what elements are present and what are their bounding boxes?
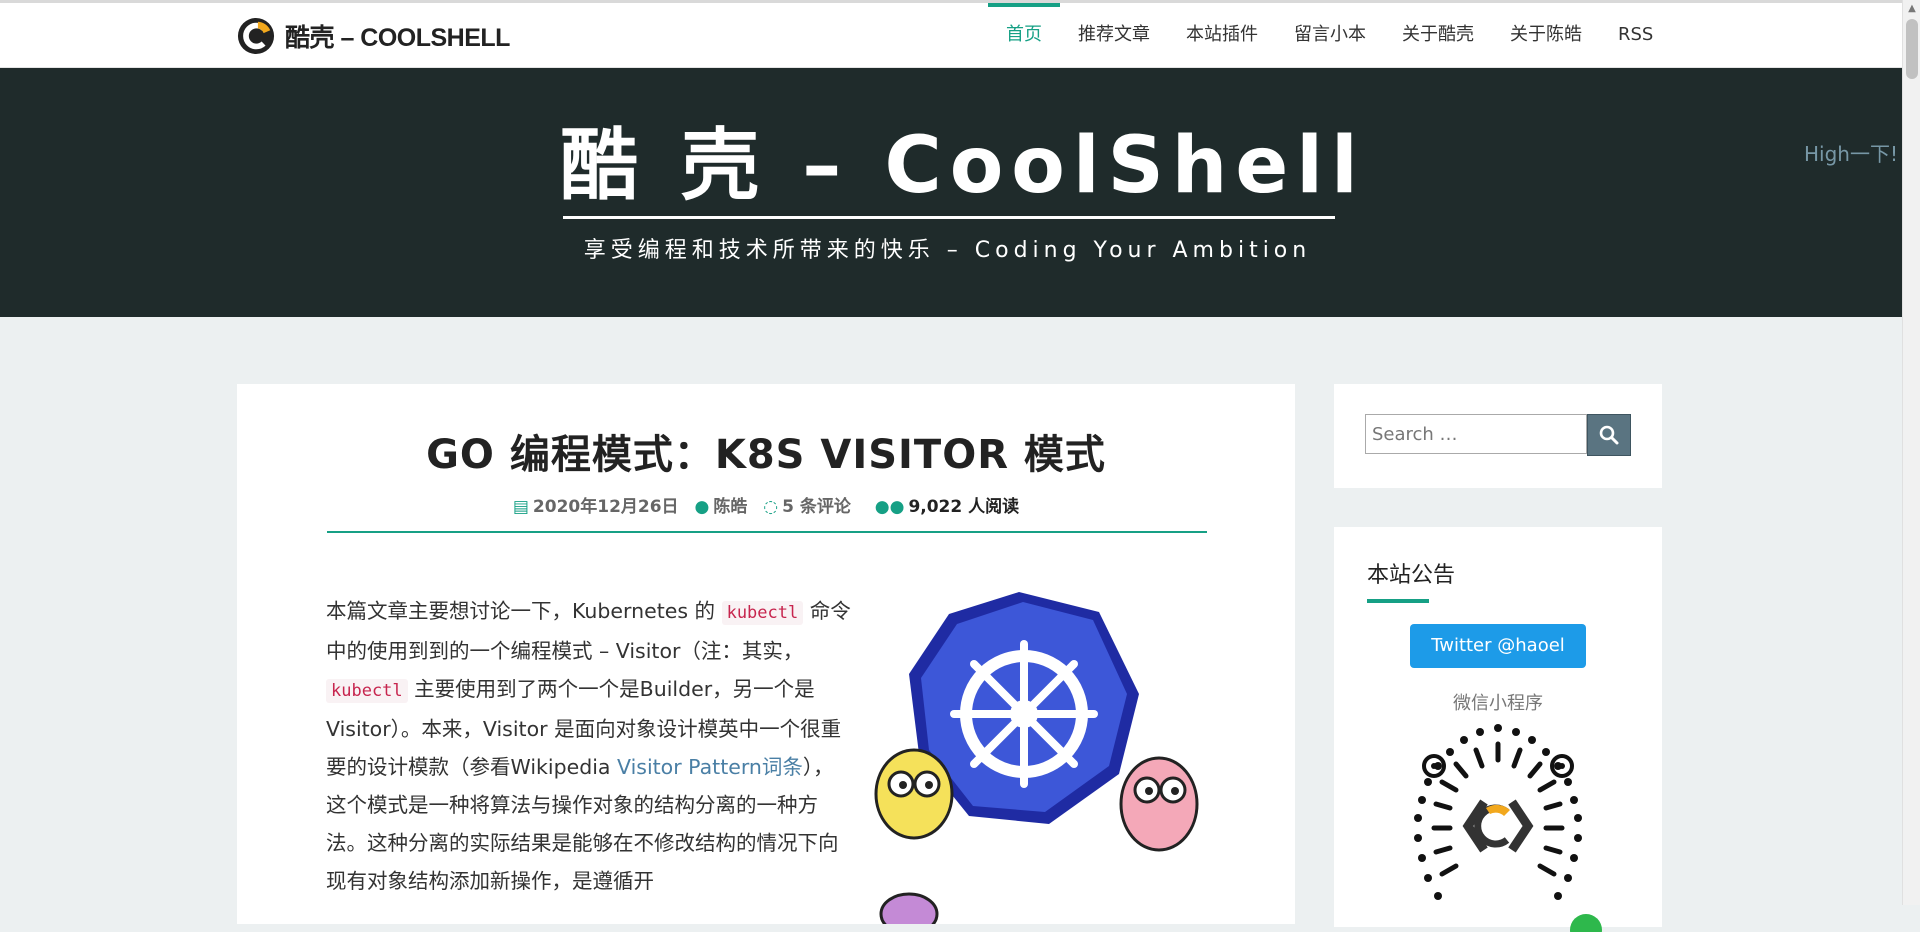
main-nav: 首页 推荐文章 本站插件 留言小本 关于酷壳 关于陈皓 RSS — [988, 3, 1671, 67]
coolshell-logo-icon — [237, 17, 275, 55]
search-widget — [1334, 384, 1662, 488]
notice-title-underline — [1367, 599, 1429, 603]
post-title[interactable]: GO 编程模式：K8S VISITOR 模式 — [237, 422, 1295, 480]
twitter-button[interactable]: Twitter @haoel — [1410, 624, 1586, 668]
notice-title: 本站公告 — [1367, 563, 1456, 588]
post-comments[interactable]: 5 条评论 — [782, 497, 851, 517]
high-link[interactable]: High一下! — [1804, 138, 1898, 167]
nav-item-rss[interactable]: RSS — [1600, 3, 1671, 67]
site-tagline: 享受编程和技术所带来的快乐 – Coding Your Ambition — [583, 238, 1312, 263]
search-input[interactable] — [1365, 414, 1587, 454]
visitor-pattern-link[interactable]: Visitor Pattern词条 — [617, 755, 803, 779]
mini-program-label: 微信小程序 — [1453, 693, 1543, 714]
site-header-banner: 酷 壳 – CoolShell 享受编程和技术所带来的快乐 – Coding Y… — [0, 68, 1902, 317]
page-scrollbar[interactable]: ▲ — [1902, 0, 1920, 905]
mini-program-qr-icon — [1414, 724, 1602, 932]
article-card: GO 编程模式：K8S VISITOR 模式 ▤ 2020年12月26日 ● 陈皓 … — [237, 384, 1295, 924]
brand-link[interactable]: 酷壳 – COOLSHELL — [237, 16, 510, 56]
inline-code-kubectl: kubectl — [721, 601, 804, 625]
post-author[interactable]: 陈皓 — [713, 497, 747, 517]
nav-item-home[interactable]: 首页 — [988, 3, 1060, 67]
inline-code-kubectl-2: kubectl — [326, 679, 408, 703]
site-navbar: 酷壳 – COOLSHELL 首页 推荐文章 本站插件 留言小本 关于酷壳 关于… — [0, 3, 1902, 68]
scroll-up-arrow-icon[interactable]: ▲ — [1903, 0, 1920, 17]
body-text-1: 本篇文章主要想讨论一下，Kubernetes 的 — [326, 599, 722, 623]
nav-item-plugins[interactable]: 本站插件 — [1168, 3, 1276, 67]
calendar-icon: ▤ — [512, 497, 529, 517]
meta-divider — [327, 531, 1207, 533]
post-meta: ▤ 2020年12月26日 ● 陈皓 ◌ 5 条评论 ●● 9,022 人阅读 — [237, 492, 1295, 517]
user-icon: ● — [694, 497, 710, 517]
scrollbar-thumb[interactable] — [1906, 19, 1918, 79]
kubernetes-gopher-illustration — [874, 592, 1199, 924]
nav-item-about-coolshell[interactable]: 关于酷壳 — [1384, 3, 1492, 67]
post-body: 本篇文章主要想讨论一下，Kubernetes 的 kubectl 命令中的使用到… — [326, 592, 851, 900]
nav-item-about-author[interactable]: 关于陈皓 — [1492, 3, 1600, 67]
post-date[interactable]: 2020年12月26日 — [533, 497, 679, 517]
readers-icon: ●● — [874, 497, 905, 517]
site-title-underline — [563, 216, 1335, 219]
site-title[interactable]: 酷 壳 – CoolShell — [560, 116, 1358, 216]
nav-item-guestbook[interactable]: 留言小本 — [1276, 3, 1384, 67]
notice-widget: 本站公告 Twitter @haoel 微信小程序 — [1334, 527, 1662, 932]
comments-icon: ◌ — [763, 497, 779, 517]
nav-item-recommended[interactable]: 推荐文章 — [1060, 3, 1168, 67]
post-reads: 9,022 人阅读 — [908, 497, 1020, 517]
brand-name: 酷壳 – COOLSHELL — [285, 24, 510, 52]
search-button[interactable] — [1587, 414, 1631, 456]
search-icon — [1599, 425, 1619, 445]
